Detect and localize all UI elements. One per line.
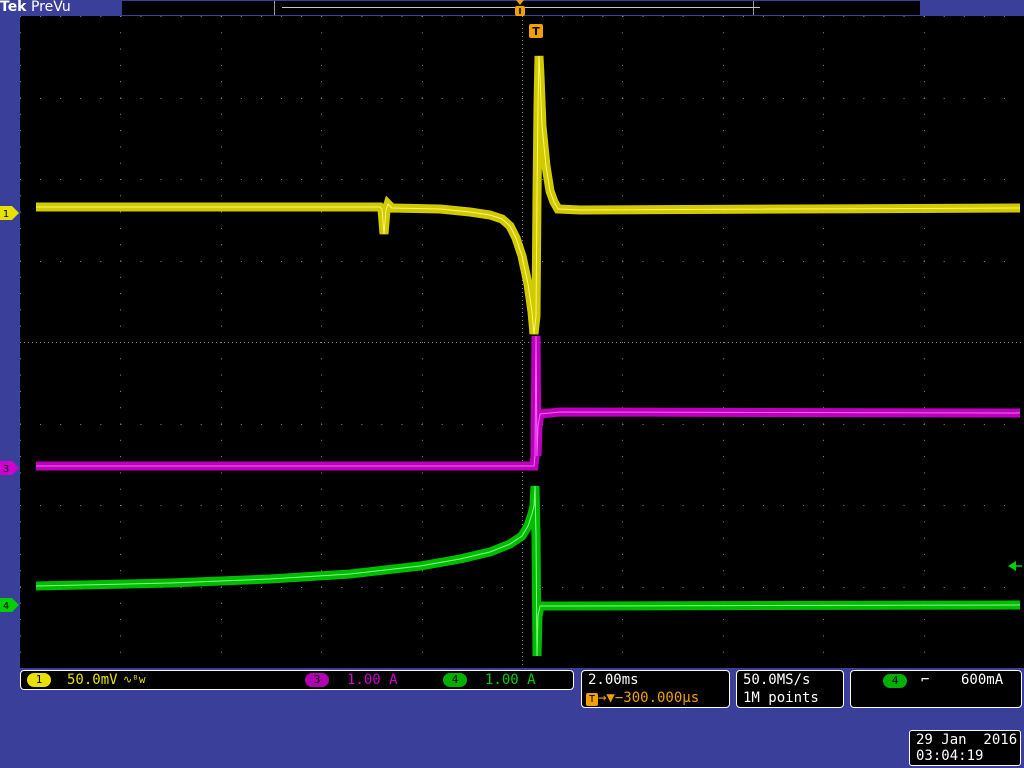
trigger-point-icon: T bbox=[529, 24, 543, 38]
date-time-readout: 29 Jan 2016 03:04:19 bbox=[909, 730, 1021, 766]
svg-text:4: 4 bbox=[3, 601, 9, 612]
svg-text:1: 1 bbox=[3, 209, 9, 220]
waveform-traces bbox=[35, 55, 1021, 657]
top-record-bar: Tek PreVu bbox=[0, 0, 1024, 21]
channel-4-trace bbox=[35, 485, 1021, 657]
trigger-readout[interactable]: 4 ⌐ 600mA bbox=[850, 670, 1022, 708]
trigger-delay-icon: T bbox=[586, 693, 598, 706]
trigger-delay-value: →▼−300.000µs bbox=[598, 690, 700, 706]
timebase-scale: 2.00ms bbox=[588, 672, 639, 688]
channel-3-scale: 1.00 A bbox=[347, 672, 398, 688]
channel-scale-readout[interactable]: 1 50.0mV ∿ᴮw 3 1.00 A 4 1.00 A bbox=[20, 670, 574, 690]
prevu-label: PreVu bbox=[30, 0, 71, 15]
trigger-level-marker-icon[interactable] bbox=[1008, 560, 1022, 572]
svg-text:3: 3 bbox=[3, 464, 9, 475]
brand-label: Tek PreVu bbox=[0, 0, 71, 15]
waveform-display[interactable] bbox=[20, 16, 1024, 668]
date-text: 29 Jan 2016 bbox=[916, 732, 1018, 748]
channel-4-badge[interactable]: 4 bbox=[443, 673, 467, 687]
timebase-readout[interactable]: 2.00ms T →▼−300.000µs bbox=[581, 670, 730, 708]
channel-3-marker-icon[interactable]: 3 bbox=[0, 461, 20, 475]
sample-rate: 50.0MS/s bbox=[743, 672, 811, 688]
svg-text:T: T bbox=[532, 25, 540, 38]
channel-1-scale: 50.0mV bbox=[67, 672, 118, 688]
channel-3-trace bbox=[36, 335, 1021, 471]
record-length: 1M points bbox=[743, 690, 819, 706]
trigger-level: 600mA bbox=[961, 672, 1004, 688]
channel-1-badge[interactable]: 1 bbox=[27, 673, 51, 687]
channel-1-trace bbox=[36, 55, 1021, 335]
trigger-delay: T →▼−300.000µs bbox=[586, 690, 699, 706]
time-text: 03:04:19 bbox=[916, 748, 984, 764]
channel-3-badge[interactable]: 3 bbox=[305, 673, 329, 687]
acquisition-readout[interactable]: 50.0MS/s 1M points bbox=[736, 670, 844, 708]
trigger-source-badge: 4 bbox=[883, 674, 907, 688]
bandwidth-limit-icon: ∿ᴮw bbox=[123, 673, 146, 686]
channel-1-marker-icon[interactable]: 1 bbox=[0, 206, 20, 220]
channel-4-scale: 1.00 A bbox=[485, 672, 536, 688]
tek-logo: Tek bbox=[0, 0, 27, 15]
trigger-slope-icon: ⌐ bbox=[921, 672, 930, 688]
channel-4-marker-icon[interactable]: 4 bbox=[0, 598, 20, 612]
